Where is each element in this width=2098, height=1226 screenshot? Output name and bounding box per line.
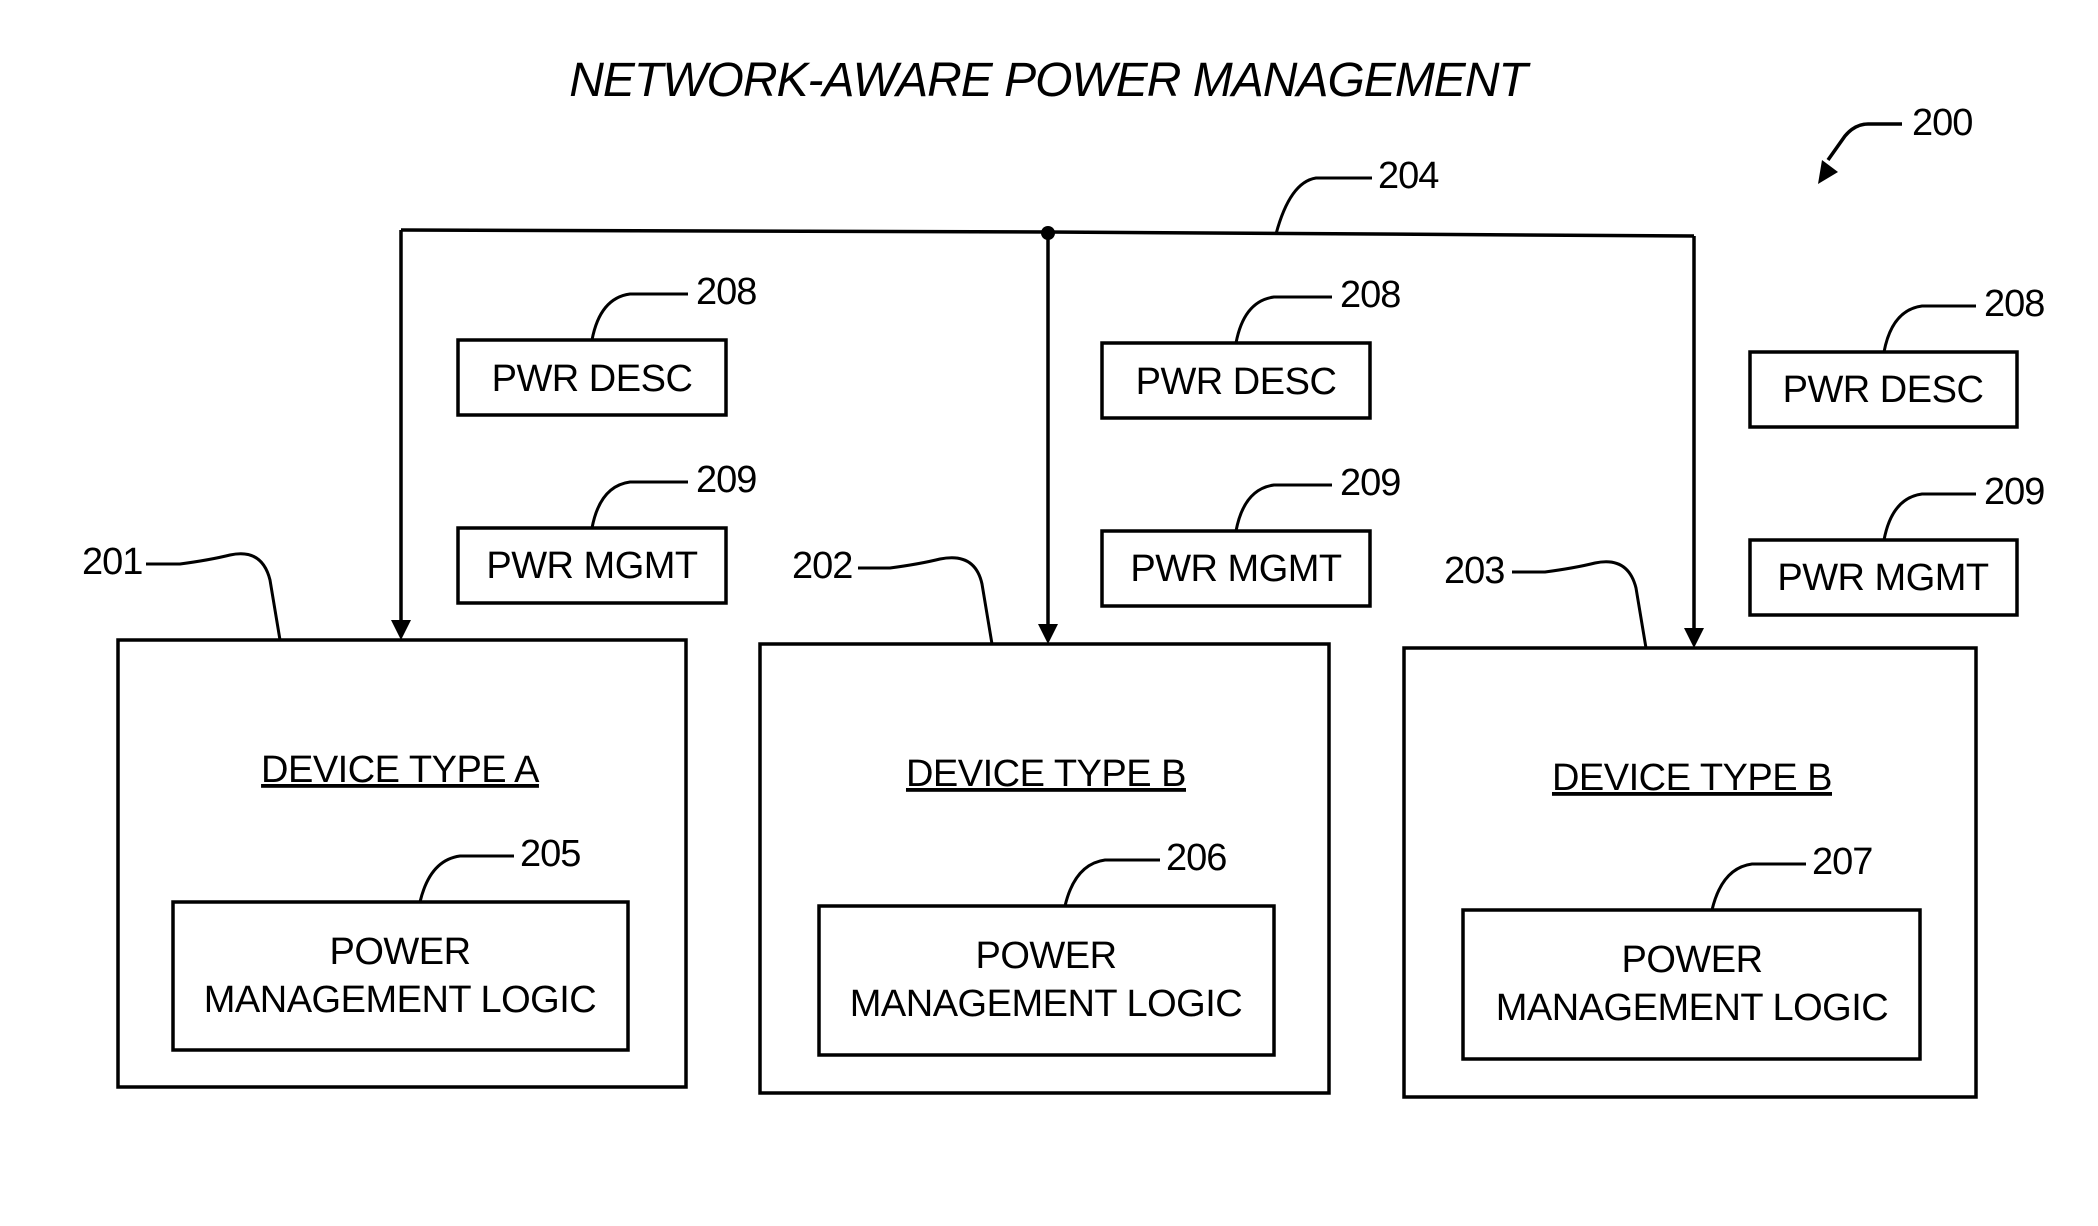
device-b1-logic-line2: MANAGEMENT LOGIC <box>850 983 1242 1025</box>
arrowhead-device-b2 <box>1684 628 1704 648</box>
pwr-mgmt-ref-leader <box>1882 492 1976 541</box>
figure-ref-200: 200 <box>1818 102 1973 184</box>
device-a-logic-box <box>171 900 630 1052</box>
pwr-mgmt-label: PWR MGMT <box>486 545 698 587</box>
device-a-logic-line2: MANAGEMENT LOGIC <box>204 979 596 1021</box>
pwr-mgmt-label: PWR MGMT <box>1777 557 1989 599</box>
pwr-desc-label: PWR DESC <box>1136 361 1337 403</box>
device-b1-ref-leader <box>858 556 994 645</box>
diagram-canvas: NETWORK-AWARE POWER MANAGEMENT 200 204 P… <box>82 54 2045 1099</box>
device-b2-logic-ref: 207 <box>1812 841 1872 883</box>
device-a-logic-line1: POWER <box>329 931 470 973</box>
arrowhead-device-b1 <box>1038 624 1058 644</box>
device-b2-logic-box <box>1461 908 1922 1061</box>
pwr-mgmt-ref: 209 <box>1340 462 1400 504</box>
device-b1-logic-line1: POWER <box>975 935 1116 977</box>
pwr-desc-ref: 208 <box>1984 283 2044 325</box>
message-group-2: PWR DESC 208 PWR MGMT 209 <box>1100 274 1401 608</box>
device-a-ref-leader <box>146 552 282 641</box>
pwr-desc-ref-leader <box>1882 304 1976 353</box>
network-ref-leader <box>1274 176 1372 235</box>
pwr-mgmt-ref-leader <box>590 480 688 529</box>
figure-ref-label: 200 <box>1912 102 1972 144</box>
pwr-mgmt-ref: 209 <box>1984 471 2044 513</box>
device-b1-logic-ref: 206 <box>1166 837 1226 879</box>
device-b2-label: DEVICE TYPE B <box>1552 757 1832 799</box>
pwr-desc-label: PWR DESC <box>492 358 693 400</box>
message-group-3: PWR DESC 208 PWR MGMT 209 <box>1748 283 2045 617</box>
device-a-label: DEVICE TYPE A <box>261 749 540 791</box>
pwr-mgmt-label: PWR MGMT <box>1130 548 1342 590</box>
device-b1-ref: 202 <box>792 545 852 587</box>
pwr-mgmt-ref: 209 <box>696 459 756 501</box>
device-a-ref: 201 <box>82 541 142 583</box>
pwr-desc-ref-leader <box>590 292 688 341</box>
pwr-desc-ref: 208 <box>1340 274 1400 316</box>
pwr-desc-label: PWR DESC <box>1783 369 1984 411</box>
figure-title: NETWORK-AWARE POWER MANAGEMENT <box>569 54 1531 107</box>
device-b2-ref-leader <box>1512 560 1648 649</box>
device-b2-ref: 203 <box>1444 550 1504 592</box>
device-a-logic-ref: 205 <box>520 833 580 875</box>
arrowhead-device-a <box>391 620 411 640</box>
pwr-desc-ref-leader <box>1234 295 1332 344</box>
device-b2-logic-line1: POWER <box>1621 939 1762 981</box>
network-ref-label: 204 <box>1378 155 1439 197</box>
pwr-mgmt-ref-leader <box>1234 483 1332 532</box>
device-b2-logic-line2: MANAGEMENT LOGIC <box>1496 987 1888 1029</box>
figure-ref-leader <box>1826 122 1902 162</box>
device-b1-label: DEVICE TYPE B <box>906 753 1186 795</box>
message-group-1: PWR DESC 208 PWR MGMT 209 <box>456 271 757 605</box>
figure-ref-arrowhead <box>1818 160 1838 184</box>
device-a: 201 DEVICE TYPE A POWER MANAGEMENT LOGIC… <box>82 541 688 1089</box>
device-b1-logic-box <box>817 904 1276 1057</box>
pwr-desc-ref: 208 <box>696 271 756 313</box>
